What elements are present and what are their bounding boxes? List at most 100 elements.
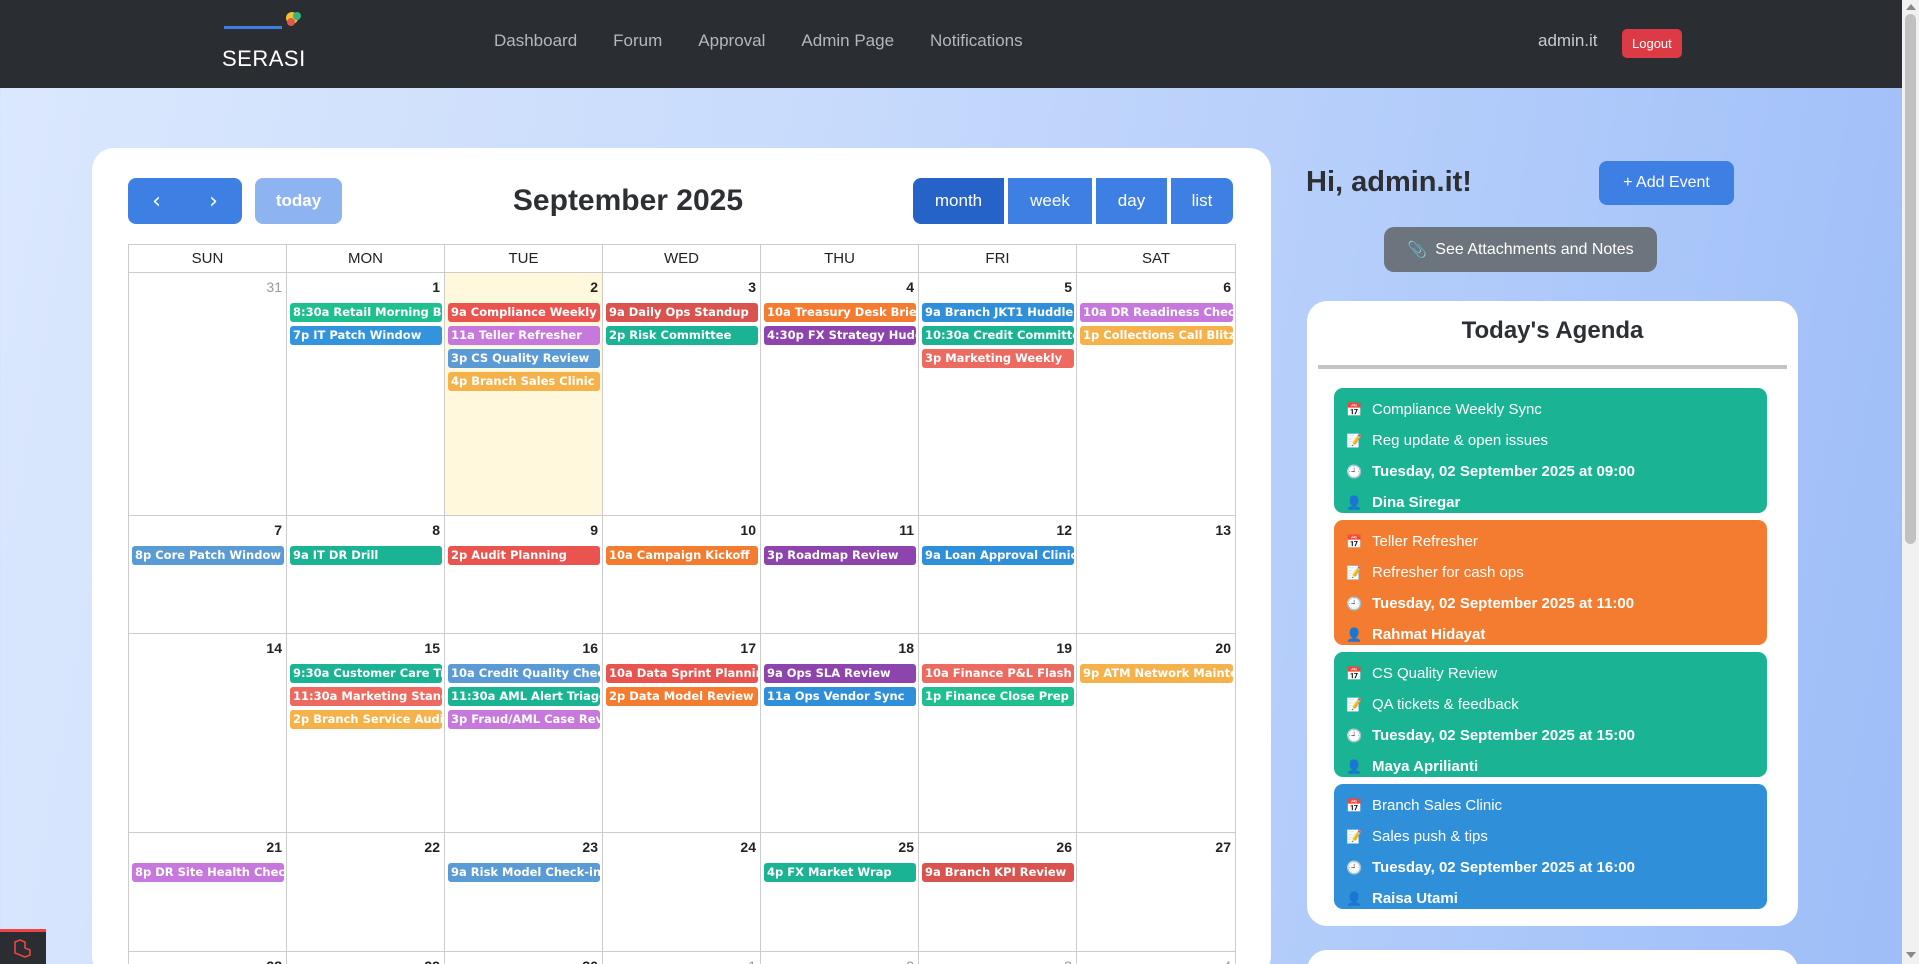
day-cell[interactable]: 8 9a IT DR Drill bbox=[287, 516, 445, 633]
day-number[interactable]: 9 bbox=[590, 522, 598, 538]
framework-badge[interactable] bbox=[0, 929, 46, 964]
day-cell[interactable]: 30 bbox=[445, 952, 603, 964]
day-number[interactable]: 20 bbox=[1215, 640, 1231, 656]
calendar-event[interactable]: 8p Core Patch Window bbox=[132, 546, 284, 565]
calendar-event[interactable]: 9a IT DR Drill bbox=[290, 546, 442, 565]
agenda-item[interactable]: 📅 Branch Sales Clinic 📝 Sales push & tips 🕘 T… bbox=[1334, 784, 1767, 909]
calendar-event[interactable]: 3p CS Quality Review bbox=[448, 349, 600, 368]
prev-month-button[interactable]: ‹ bbox=[128, 178, 185, 224]
day-number[interactable]: 16 bbox=[582, 640, 598, 656]
day-cell[interactable]: 5 9a Branch JKT1 Huddle 10:30a Credit Commit… bbox=[919, 273, 1077, 515]
calendar-event[interactable]: 9aCompliance Weekly Sync bbox=[448, 303, 600, 322]
calendar-event[interactable]: 10a Credit Quality Check bbox=[448, 664, 600, 683]
day-number[interactable]: 3 bbox=[748, 279, 756, 295]
calendar-event[interactable]: 10:30aCredit Committee bbox=[922, 326, 1074, 345]
agenda-item[interactable]: 📅 Teller Refresher 📝 Refresher for cash ops… bbox=[1334, 520, 1767, 645]
calendar-event[interactable]: 10a DR Readiness Check bbox=[1080, 303, 1233, 322]
day-number[interactable]: 27 bbox=[1215, 839, 1231, 855]
day-cell[interactable]: 10 10a Campaign Kickoff bbox=[603, 516, 761, 633]
calendar-event[interactable]: 10a Finance P&L Flash bbox=[922, 664, 1074, 683]
logout-button[interactable]: Logout bbox=[1622, 29, 1682, 58]
calendar-event[interactable]: 3pFraud/AML Case Review bbox=[448, 710, 600, 729]
day-number[interactable]: 15 bbox=[424, 640, 440, 656]
day-number[interactable]: 21 bbox=[266, 839, 282, 855]
calendar-event[interactable]: 4p FX Market Wrap bbox=[764, 863, 916, 882]
calendar-event[interactable]: 11a Teller Refresher bbox=[448, 326, 600, 345]
view-list-button[interactable]: list bbox=[1171, 178, 1233, 224]
day-number[interactable]: 24 bbox=[740, 839, 756, 855]
day-number[interactable]: 6 bbox=[1223, 279, 1231, 295]
day-cell[interactable]: 17 10aData Sprint Planning 2pData Model Re… bbox=[603, 634, 761, 832]
day-number[interactable]: 17 bbox=[740, 640, 756, 656]
nav-notifications[interactable]: Notifications bbox=[930, 31, 1023, 51]
day-cell[interactable]: 16 10a Credit Quality Check 11:30a AML Alert… bbox=[445, 634, 603, 832]
scroll-down-icon[interactable] bbox=[1906, 952, 1916, 958]
calendar-event[interactable]: 1p Collections Call Blitz bbox=[1080, 326, 1233, 345]
day-number[interactable]: 26 bbox=[1056, 839, 1072, 855]
day-cell[interactable]: 4 bbox=[1077, 952, 1235, 964]
day-cell[interactable]: 25 4p FX Market Wrap bbox=[761, 833, 919, 951]
calendar-event[interactable]: 4p Branch Sales Clinic bbox=[448, 372, 600, 391]
day-cell[interactable]: 3 9a Daily Ops Standup 2p Risk Committee bbox=[603, 273, 761, 515]
calendar-event[interactable]: 1p Finance Close Prep bbox=[922, 687, 1074, 706]
calendar-event[interactable]: 9a Branch JKT1 Huddle bbox=[922, 303, 1074, 322]
day-number[interactable]: 4 bbox=[906, 279, 914, 295]
day-number[interactable]: 1 bbox=[432, 279, 440, 295]
nav-dashboard[interactable]: Dashboard bbox=[494, 31, 577, 51]
day-number[interactable]: 4 bbox=[1223, 958, 1231, 964]
calendar-event[interactable]: 3p Marketing Weekly bbox=[922, 349, 1074, 368]
day-number[interactable]: 3 bbox=[1064, 958, 1072, 964]
day-cell[interactable]: 14 bbox=[129, 634, 287, 832]
calendar-event[interactable]: 10aTreasury Desk Briefing bbox=[764, 303, 916, 322]
calendar-event[interactable]: 2p Audit Planning bbox=[448, 546, 600, 565]
calendar-event[interactable]: 9a Ops SLA Review bbox=[764, 664, 916, 683]
calendar-event[interactable]: 2p Branch Service Audit bbox=[290, 710, 442, 729]
day-cell[interactable]: 20 9pATM Network Maintenance bbox=[1077, 634, 1235, 832]
day-cell[interactable]: 3 bbox=[919, 952, 1077, 964]
calendar-event[interactable]: 7p IT Patch Window bbox=[290, 326, 442, 345]
agenda-item[interactable]: 📅 CS Quality Review 📝 QA tickets & feedback… bbox=[1334, 652, 1767, 777]
day-number[interactable]: 13 bbox=[1215, 522, 1231, 538]
day-number[interactable]: 12 bbox=[1056, 522, 1072, 538]
day-cell-today[interactable]: 2 9aCompliance Weekly Sync 11aTeller Refre… bbox=[445, 273, 603, 515]
day-cell[interactable]: 11 3p Roadmap Review bbox=[761, 516, 919, 633]
day-cell[interactable]: 12 9a Loan Approval Clinic bbox=[919, 516, 1077, 633]
day-number[interactable]: 5 bbox=[1064, 279, 1072, 295]
calendar-event[interactable]: 9a Branch KPI Review bbox=[922, 863, 1074, 882]
brand[interactable]: SERASI bbox=[220, 8, 310, 78]
day-number[interactable]: 25 bbox=[898, 839, 914, 855]
agenda-item[interactable]: 📅 Compliance Weekly Sync 📝 Reg update & ope… bbox=[1334, 388, 1767, 513]
view-day-button[interactable]: day bbox=[1096, 178, 1167, 224]
day-cell[interactable]: 31 bbox=[129, 273, 287, 515]
day-number[interactable]: 28 bbox=[266, 958, 282, 964]
day-cell[interactable]: 7 8p Core Patch Window bbox=[129, 516, 287, 633]
calendar-event[interactable]: 4:30pFX Strategy Huddle bbox=[764, 326, 916, 345]
calendar-event[interactable]: 9:30aCustomer Care Training bbox=[290, 664, 442, 683]
day-cell[interactable]: 23 9a Risk Model Check-in bbox=[445, 833, 603, 951]
calendar-event[interactable]: 11:30a AML Alert Triage bbox=[448, 687, 600, 706]
day-cell[interactable]: 24 bbox=[603, 833, 761, 951]
day-number[interactable]: 8 bbox=[432, 522, 440, 538]
day-cell[interactable]: 1 bbox=[603, 952, 761, 964]
day-number[interactable]: 23 bbox=[582, 839, 598, 855]
day-number[interactable]: 2 bbox=[906, 958, 914, 964]
day-cell[interactable]: 18 9a Ops SLA Review 11a Ops Vendor Sync bbox=[761, 634, 919, 832]
day-number[interactable]: 11 bbox=[899, 522, 914, 538]
day-cell[interactable]: 19 10a Finance P&L Flash 1p Finance Close Pr… bbox=[919, 634, 1077, 832]
day-cell[interactable]: 26 9a Branch KPI Review bbox=[919, 833, 1077, 951]
day-number[interactable]: 10 bbox=[740, 522, 756, 538]
scroll-thumb[interactable] bbox=[1905, 14, 1916, 544]
calendar-event[interactable]: 11:30aMarketing Standup bbox=[290, 687, 442, 706]
view-week-button[interactable]: week bbox=[1008, 178, 1092, 224]
day-cell[interactable]: 9 2p Audit Planning bbox=[445, 516, 603, 633]
day-number[interactable]: 2 bbox=[590, 279, 598, 295]
next-month-button[interactable]: › bbox=[185, 178, 242, 224]
current-user[interactable]: admin.it bbox=[1538, 31, 1598, 51]
day-number[interactable]: 7 bbox=[274, 522, 282, 538]
calendar-event[interactable]: 2p Risk Committee bbox=[606, 326, 758, 345]
view-month-button[interactable]: month bbox=[913, 178, 1004, 224]
calendar-event[interactable]: 8:30aRetail Morning Brief bbox=[290, 303, 442, 322]
day-cell[interactable]: 13 bbox=[1077, 516, 1235, 633]
day-cell[interactable]: 6 10a DR Readiness Check 1p Collections Call… bbox=[1077, 273, 1235, 515]
add-event-button[interactable]: + Add Event bbox=[1599, 161, 1734, 205]
